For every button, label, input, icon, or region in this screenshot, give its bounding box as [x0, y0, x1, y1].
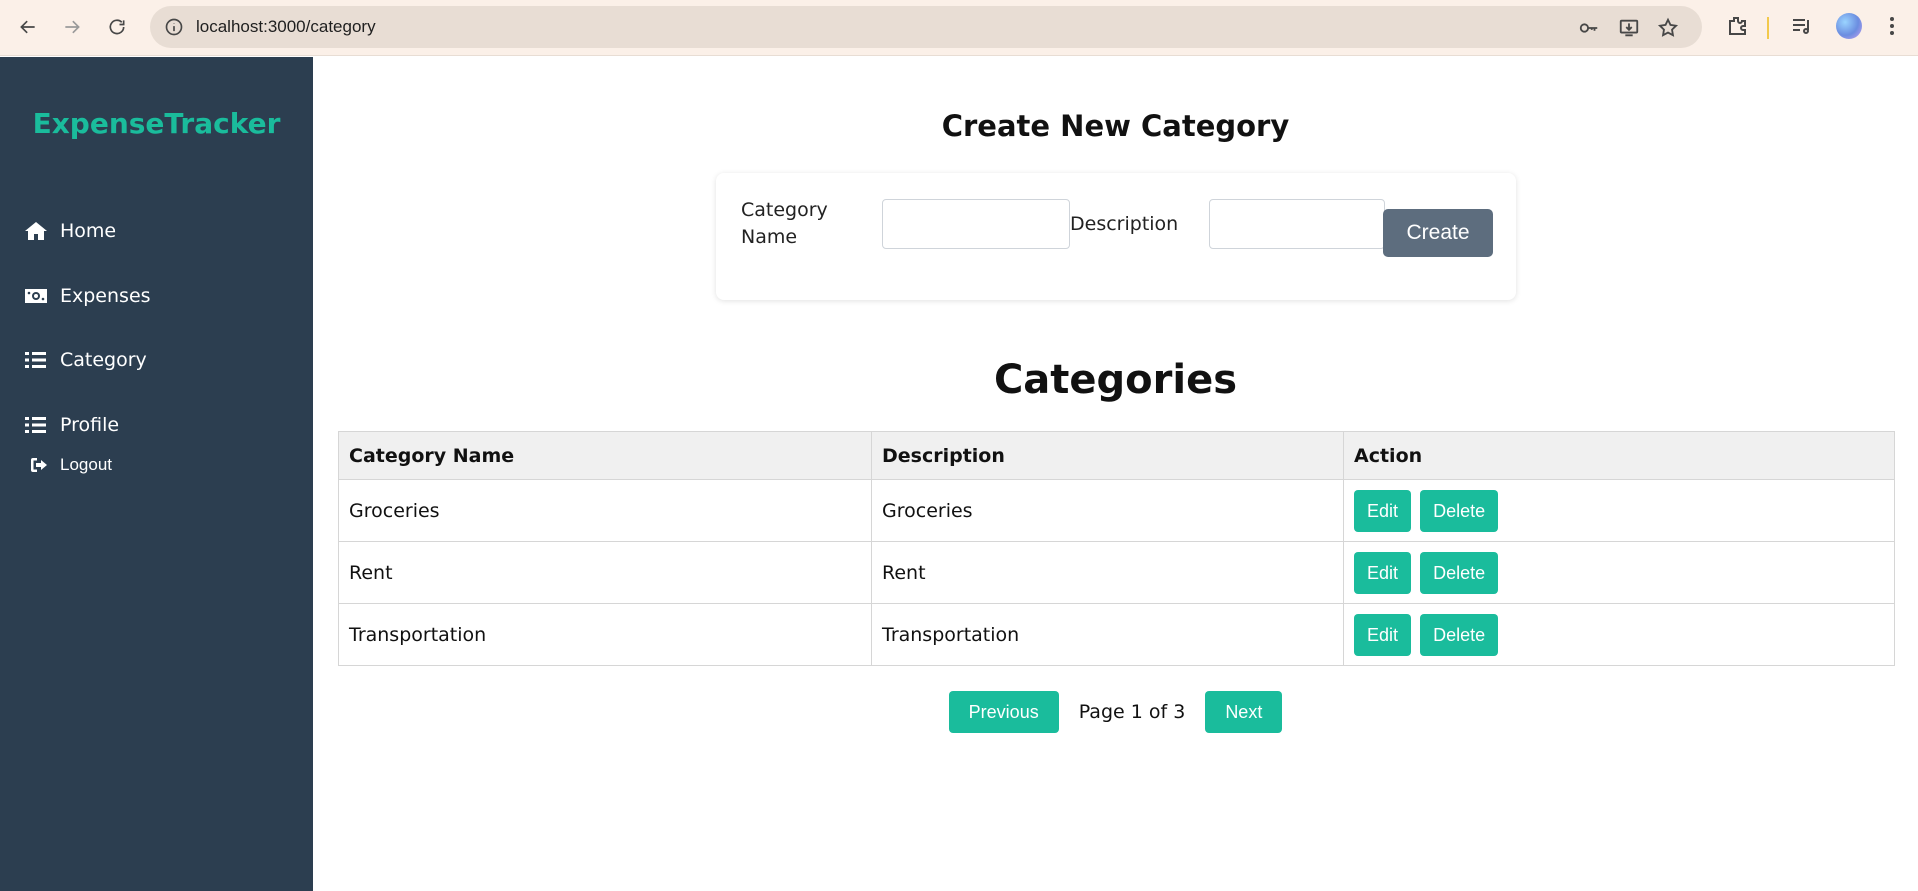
table-row: Groceries Groceries Edit Delete	[338, 479, 1895, 542]
sidebar-item-label: Home	[60, 220, 117, 242]
previous-button[interactable]: Previous	[948, 691, 1059, 733]
install-app-icon[interactable]	[1618, 17, 1640, 39]
logout-label: Logout	[60, 455, 112, 474]
table-row: Transportation Transportation Edit Delet…	[338, 603, 1895, 666]
delete-button[interactable]: Delete	[1420, 489, 1499, 532]
category-description-cell: Transportation	[871, 603, 1344, 666]
browser-toolbar: localhost:3000/category	[0, 0, 1918, 56]
sidebar-item-home[interactable]: Home	[24, 220, 116, 242]
sidebar-item-category[interactable]: Category	[24, 349, 147, 371]
logout-button[interactable]: Logout	[30, 455, 112, 475]
sidebar-item-expenses[interactable]: Expenses	[24, 285, 151, 307]
list-icon	[24, 349, 48, 371]
profile-avatar[interactable]	[1836, 13, 1862, 39]
create-button[interactable]: Create	[1383, 209, 1493, 257]
logout-icon	[31, 458, 47, 472]
categories-table: Category Name Description Action Groceri…	[338, 431, 1895, 666]
category-name-input[interactable]	[882, 199, 1070, 249]
password-key-icon[interactable]	[1578, 17, 1600, 39]
home-icon	[24, 220, 48, 242]
reload-icon[interactable]	[102, 12, 132, 42]
sidebar: ExpenseTracker Home Expenses Category Pr…	[0, 57, 313, 891]
action-cell: Edit Delete	[1343, 603, 1895, 666]
category-name-cell: Groceries	[338, 479, 872, 542]
brand-logo[interactable]: ExpenseTracker	[0, 107, 313, 140]
category-description-cell: Rent	[871, 541, 1344, 604]
list-icon	[24, 414, 48, 436]
action-cell: Edit Delete	[1343, 479, 1895, 542]
edit-button[interactable]: Edit	[1354, 489, 1412, 532]
extensions-icon[interactable]	[1725, 14, 1749, 38]
sidebar-item-label: Expenses	[60, 285, 151, 307]
create-category-heading: Create New Category	[941, 109, 1290, 143]
media-playlist-icon[interactable]	[1790, 14, 1814, 38]
category-description-cell: Groceries	[871, 479, 1344, 542]
money-bill-icon	[24, 285, 48, 307]
url-text[interactable]: localhost:3000/category	[196, 17, 376, 37]
category-name-cell: Transportation	[338, 603, 872, 666]
main-content: Create New Category Category Name Descri…	[313, 57, 1918, 891]
column-header-name: Category Name	[338, 431, 872, 480]
categories-heading: Categories	[993, 357, 1238, 403]
address-bar[interactable]: localhost:3000/category	[150, 6, 1702, 48]
pagination: Previous Page 1 of 3 Next	[313, 691, 1918, 733]
delete-button[interactable]: Delete	[1420, 551, 1499, 594]
category-name-label: Category Name	[741, 199, 828, 248]
bookmark-star-icon[interactable]	[1657, 17, 1679, 39]
next-button[interactable]: Next	[1205, 691, 1283, 733]
sidebar-item-profile[interactable]: Profile	[24, 414, 119, 436]
menu-kebab-icon[interactable]	[1880, 14, 1904, 38]
site-info-icon[interactable]	[164, 17, 184, 37]
forward-icon[interactable]	[57, 12, 87, 42]
description-input[interactable]	[1209, 199, 1385, 249]
toolbar-divider	[1767, 17, 1769, 39]
sidebar-item-label: Category	[60, 349, 147, 371]
description-label: Description	[1070, 213, 1179, 235]
sidebar-item-label: Profile	[60, 414, 120, 436]
action-cell: Edit Delete	[1343, 541, 1895, 604]
back-icon[interactable]	[13, 12, 43, 42]
edit-button[interactable]: Edit	[1354, 551, 1412, 594]
page-indicator: Page 1 of 3	[1078, 701, 1186, 723]
delete-button[interactable]: Delete	[1420, 613, 1499, 656]
category-name-cell: Rent	[338, 541, 872, 604]
column-header-action: Action	[1343, 431, 1895, 480]
edit-button[interactable]: Edit	[1354, 613, 1412, 656]
column-header-description: Description	[871, 431, 1344, 480]
table-row: Rent Rent Edit Delete	[338, 541, 1895, 604]
table-header-row: Category Name Description Action	[338, 431, 1895, 480]
